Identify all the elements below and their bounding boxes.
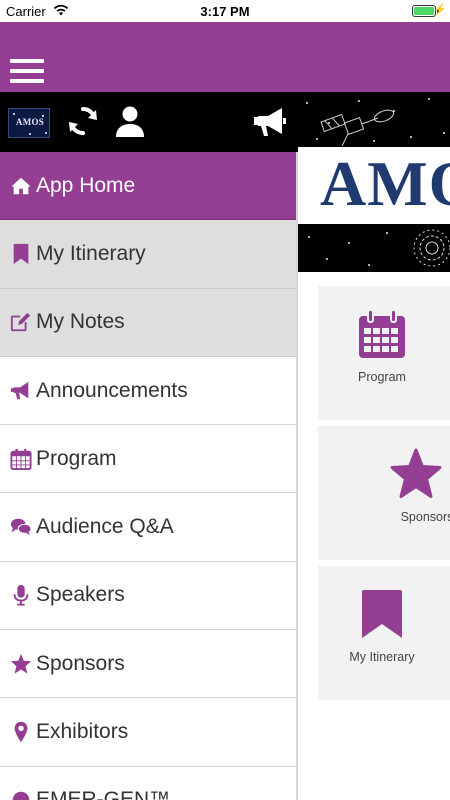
- drawer-item-emer-gen[interactable]: EMER-GEN™: [0, 766, 296, 800]
- drawer-item-label: My Notes: [36, 310, 125, 334]
- user-icon[interactable]: [112, 103, 148, 139]
- drawer-item-label: Announcements: [36, 378, 188, 402]
- status-bar: Carrier 3:17 PM ⚡: [0, 0, 450, 22]
- calendar-icon: [356, 308, 408, 360]
- bookmark-icon: [356, 588, 408, 640]
- calendar-icon: [10, 448, 32, 470]
- drawer-item-label: Exhibitors: [36, 720, 129, 744]
- drawer-item-speakers[interactable]: Speakers: [0, 561, 296, 631]
- banner-logo-area: AMO: [298, 147, 450, 224]
- drawer-item-label: EMER-GEN™: [36, 788, 171, 800]
- toolbar: AMOS: [0, 92, 300, 152]
- banner-space-image: [298, 92, 450, 147]
- microphone-icon: [10, 584, 32, 606]
- card-label: Sponsors: [400, 510, 450, 524]
- home-icon: [10, 175, 32, 197]
- bookmark-icon: [10, 243, 32, 265]
- side-drawer: App Home My Itinerary My Notes Announcem…: [0, 152, 298, 800]
- star-icon: [10, 653, 32, 675]
- drawer-item-program[interactable]: Program: [0, 425, 296, 494]
- edit-icon: [10, 311, 32, 333]
- dashboard-content: Program Sponsors My Itinerary: [298, 272, 450, 800]
- card-label: Program: [358, 370, 406, 384]
- drawer-item-label: Audience Q&A: [36, 515, 174, 539]
- megaphone-icon[interactable]: [252, 103, 288, 139]
- logo-text: AMOS: [15, 117, 45, 127]
- card-my-itinerary[interactable]: My Itinerary: [318, 566, 450, 700]
- hamburger-menu-icon[interactable]: [10, 59, 44, 83]
- drawer-item-sponsors[interactable]: Sponsors: [0, 630, 296, 699]
- status-time: 3:17 PM: [200, 4, 250, 19]
- drawer-item-exhibitors[interactable]: Exhibitors: [0, 698, 296, 767]
- comments-icon: [10, 516, 32, 538]
- generic-icon: [10, 789, 32, 800]
- app-bar: [0, 22, 450, 92]
- drawer-item-announcements[interactable]: Announcements: [0, 356, 296, 426]
- drawer-item-audience-qa[interactable]: Audience Q&A: [0, 493, 296, 562]
- drawer-item-label: Program: [36, 446, 117, 470]
- megaphone-icon: [10, 380, 32, 402]
- drawer-item-label: Speakers: [36, 583, 125, 607]
- satellite-icon: [320, 109, 395, 147]
- drawer-item-my-notes[interactable]: My Notes: [0, 288, 296, 357]
- drawer-item-label: Sponsors: [36, 651, 125, 675]
- sync-icon[interactable]: [65, 103, 101, 139]
- map-marker-icon: [10, 721, 32, 743]
- galaxy-icon: [413, 229, 450, 267]
- card-sponsors[interactable]: Sponsors: [318, 426, 450, 560]
- banner-space-strip: [298, 224, 450, 272]
- battery-level-fill: [414, 7, 434, 15]
- banner-logo-text: AMO: [320, 148, 450, 219]
- drawer-item-label: App Home: [36, 173, 136, 197]
- charging-bolt-icon: ⚡: [433, 4, 447, 16]
- amos-logo[interactable]: AMOS: [8, 108, 50, 138]
- card-program[interactable]: Program: [318, 286, 450, 420]
- card-label: My Itinerary: [349, 650, 415, 664]
- drawer-item-label: My Itinerary: [36, 241, 146, 265]
- drawer-item-my-itinerary[interactable]: My Itinerary: [0, 220, 296, 289]
- drawer-item-app-home[interactable]: App Home: [0, 152, 296, 221]
- star-icon: [390, 448, 442, 500]
